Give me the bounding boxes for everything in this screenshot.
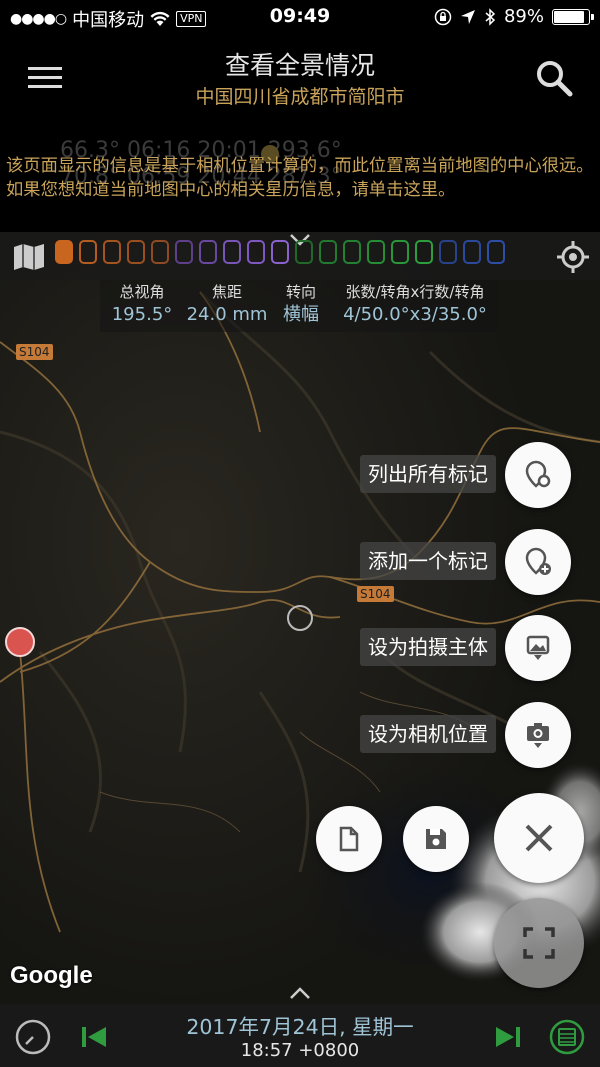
hour-cell[interactable] <box>103 240 121 264</box>
new-file-button[interactable] <box>316 806 382 872</box>
stat-label: 焦距 <box>211 283 242 301</box>
stat-focal-length: 焦距 24.0 mm <box>184 280 270 326</box>
stat-total-fov: 总视角 195.5° <box>100 280 184 326</box>
locate-icon[interactable] <box>556 240 590 274</box>
far-from-center-notice[interactable]: 该页面显示的信息是基于相机位置计算的，而此位置离当前地图的中心很远。如果您想知道… <box>6 154 594 202</box>
search-icon[interactable] <box>534 58 574 98</box>
hour-cell[interactable] <box>271 240 289 264</box>
skip-forward-icon[interactable] <box>488 1018 526 1056</box>
document-icon <box>339 826 359 852</box>
save-button[interactable] <box>403 806 469 872</box>
header: 查看全景情况 中国四川省成都市简阳市 <box>0 34 600 124</box>
set-subject-label[interactable]: 设为拍摄主体 <box>360 628 496 666</box>
list-markers-button[interactable] <box>505 442 571 508</box>
hour-cell[interactable] <box>199 240 217 264</box>
battery-icon <box>552 8 594 25</box>
hour-cell[interactable] <box>439 240 457 264</box>
hour-cell[interactable] <box>55 240 73 264</box>
hour-cell[interactable] <box>391 240 409 264</box>
hour-cell[interactable] <box>151 240 169 264</box>
stat-panorama-grid: 张数/转角x行数/转角 4/50.0°x3/35.0° <box>332 280 498 326</box>
set-camera-icon <box>527 723 549 748</box>
camera-position-marker[interactable] <box>5 627 35 657</box>
add-marker-button[interactable] <box>505 529 571 595</box>
marker-list-icon <box>525 460 551 488</box>
close-icon <box>525 824 553 852</box>
composition-stats[interactable]: 总视角 195.5° 焦距 24.0 mm 转向 横幅 张数/转角x行数/转角 … <box>100 280 498 332</box>
hour-cell[interactable] <box>79 240 97 264</box>
close-menu-button[interactable] <box>494 793 584 883</box>
hour-cell[interactable] <box>343 240 361 264</box>
fullscreen-icon <box>523 927 555 959</box>
hour-cell[interactable] <box>127 240 145 264</box>
hour-cell[interactable] <box>415 240 433 264</box>
page-title: 查看全景情况 <box>224 51 375 80</box>
road-label: S104 <box>357 586 394 602</box>
marker-add-icon <box>525 547 551 575</box>
bluetooth-icon <box>485 7 496 26</box>
set-camera-button[interactable] <box>505 702 571 768</box>
stat-value: 195.5° <box>111 304 173 325</box>
hour-cell[interactable] <box>295 240 313 264</box>
list-markers-label[interactable]: 列出所有标记 <box>360 455 496 493</box>
location-arrow-icon <box>460 9 475 24</box>
hour-cell[interactable] <box>223 240 241 264</box>
map-icon[interactable] <box>12 243 46 271</box>
google-attribution: Google <box>10 962 93 989</box>
stat-orientation: 转向 横幅 <box>270 280 332 326</box>
date-time-bar: 2017年7月24日, 星期一 18:57 +0800 <box>0 1004 600 1067</box>
add-marker-label[interactable]: 添加一个标记 <box>360 542 496 580</box>
hour-cell[interactable] <box>247 240 265 264</box>
hour-cell[interactable] <box>319 240 337 264</box>
battery-fill <box>554 10 585 23</box>
set-subject-icon <box>526 635 550 660</box>
save-icon <box>426 829 446 849</box>
road-label: S104 <box>16 344 53 360</box>
hour-cell[interactable] <box>175 240 193 264</box>
chevron-up-icon[interactable] <box>289 986 311 1000</box>
stat-value: 24.0 mm <box>186 304 268 325</box>
stat-label: 张数/转角x行数/转角 <box>345 283 485 301</box>
stat-value: 4/50.0°x3/35.0° <box>343 304 487 325</box>
hour-selector[interactable] <box>55 240 505 264</box>
map-center-marker <box>287 605 313 631</box>
set-camera-label[interactable]: 设为相机位置 <box>360 715 496 753</box>
hour-cell[interactable] <box>463 240 481 264</box>
stat-label: 转向 <box>285 283 316 301</box>
location-subtitle: 中国四川省成都市简阳市 <box>195 86 405 108</box>
stat-label: 总视角 <box>119 283 165 301</box>
orientation-lock-icon <box>434 8 452 25</box>
hour-cell[interactable] <box>367 240 385 264</box>
ephemeris-panel: 66.3° 06:16 20:01 293.6° 70.8° 06:59 20:… <box>0 124 600 232</box>
set-subject-button[interactable] <box>505 615 571 681</box>
hour-cell[interactable] <box>487 240 505 264</box>
battery-percent: 89% <box>503 6 544 27</box>
fullscreen-button[interactable] <box>494 898 584 988</box>
stat-value: 横幅 <box>283 304 319 325</box>
status-bar: ●●●●○ 中国移动 VPN 09:49 89% <box>0 0 600 34</box>
calendar-icon[interactable] <box>548 1018 586 1056</box>
satellite-map[interactable]: S104 S104 <box>0 232 600 1004</box>
